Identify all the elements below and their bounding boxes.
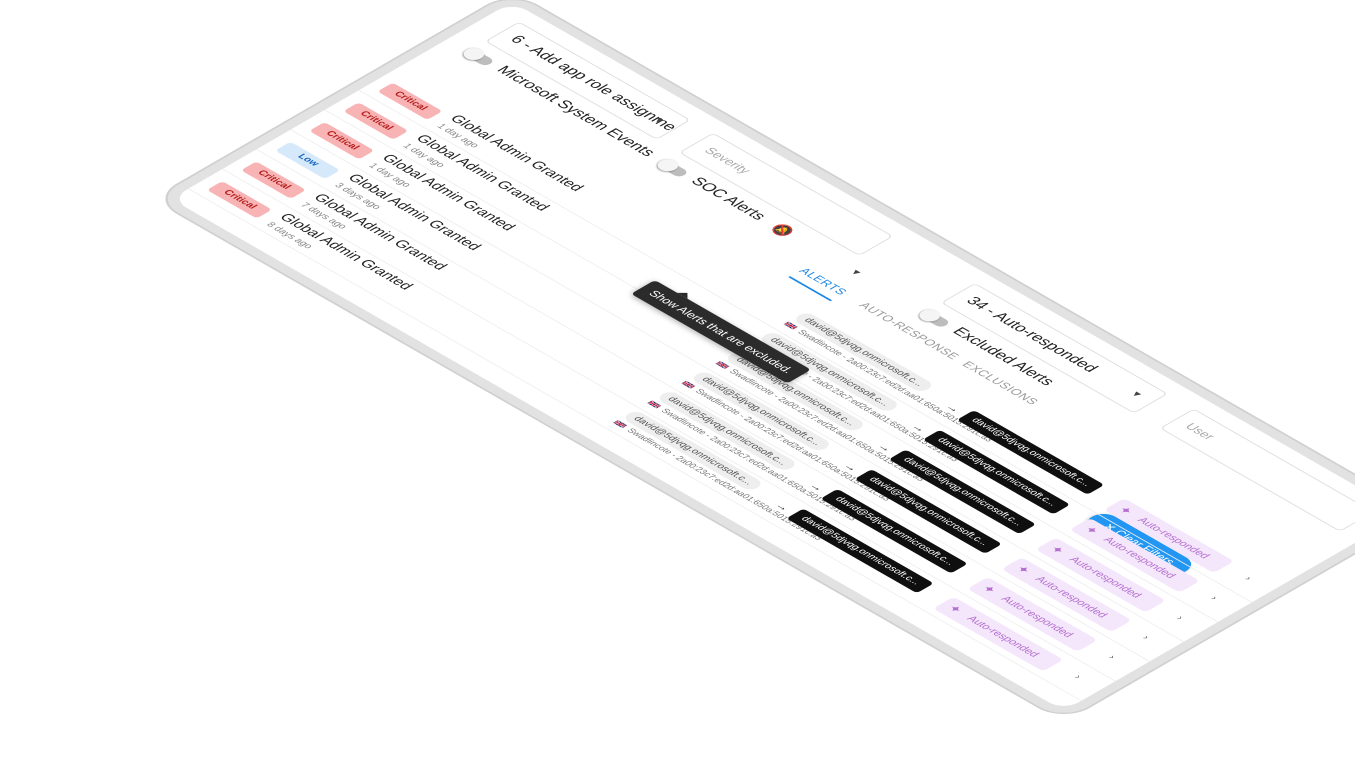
user-placeholder: User [1181, 420, 1219, 442]
sparkle-icon: ✦ [978, 582, 1001, 596]
severity-placeholder: Severity [701, 145, 755, 176]
chevron-icon[interactable]: › [1140, 634, 1152, 641]
auto-response-value: 34 - Auto-responded [962, 294, 1102, 375]
device-frame: 6 - Add app role assignment... ▼ Microso… [153, 0, 1355, 721]
alert-tabs: ALERTS AUTO-RESPONSE EXCLUSIONS [619, 172, 1042, 407]
caret-down-icon: ▼ [1127, 389, 1145, 400]
chevron-icon[interactable]: › [1071, 673, 1083, 680]
sparkle-icon: ✦ [1046, 543, 1069, 557]
chevron-icon[interactable]: › [1174, 614, 1186, 621]
chevron-icon[interactable]: › [1208, 595, 1220, 602]
sparkle-icon: ✦ [1114, 504, 1137, 517]
sparkle-icon: ✦ [1080, 523, 1103, 537]
app-screen: 6 - Add app role assignment... ▼ Microso… [170, 1, 1355, 711]
sparkle-icon: ✦ [1012, 563, 1035, 576]
chevron-icon[interactable]: › [1105, 654, 1117, 661]
user-dropdown[interactable]: User ▼ [1159, 408, 1355, 532]
excluded-alerts-toggle[interactable] [918, 309, 952, 329]
chevron-icon[interactable]: › [1242, 575, 1254, 582]
microsoft-events-toggle[interactable] [462, 48, 496, 67]
soc-alerts-toggle[interactable] [656, 159, 690, 179]
caret-down-icon: ▼ [1273, 529, 1314, 532]
caret-down-icon[interactable]: ▼ [846, 268, 864, 278]
sparkle-icon: ✦ [944, 602, 967, 616]
tab-alerts[interactable]: ALERTS [788, 265, 851, 302]
bell-slash-icon[interactable]: 🔕 [767, 221, 798, 240]
